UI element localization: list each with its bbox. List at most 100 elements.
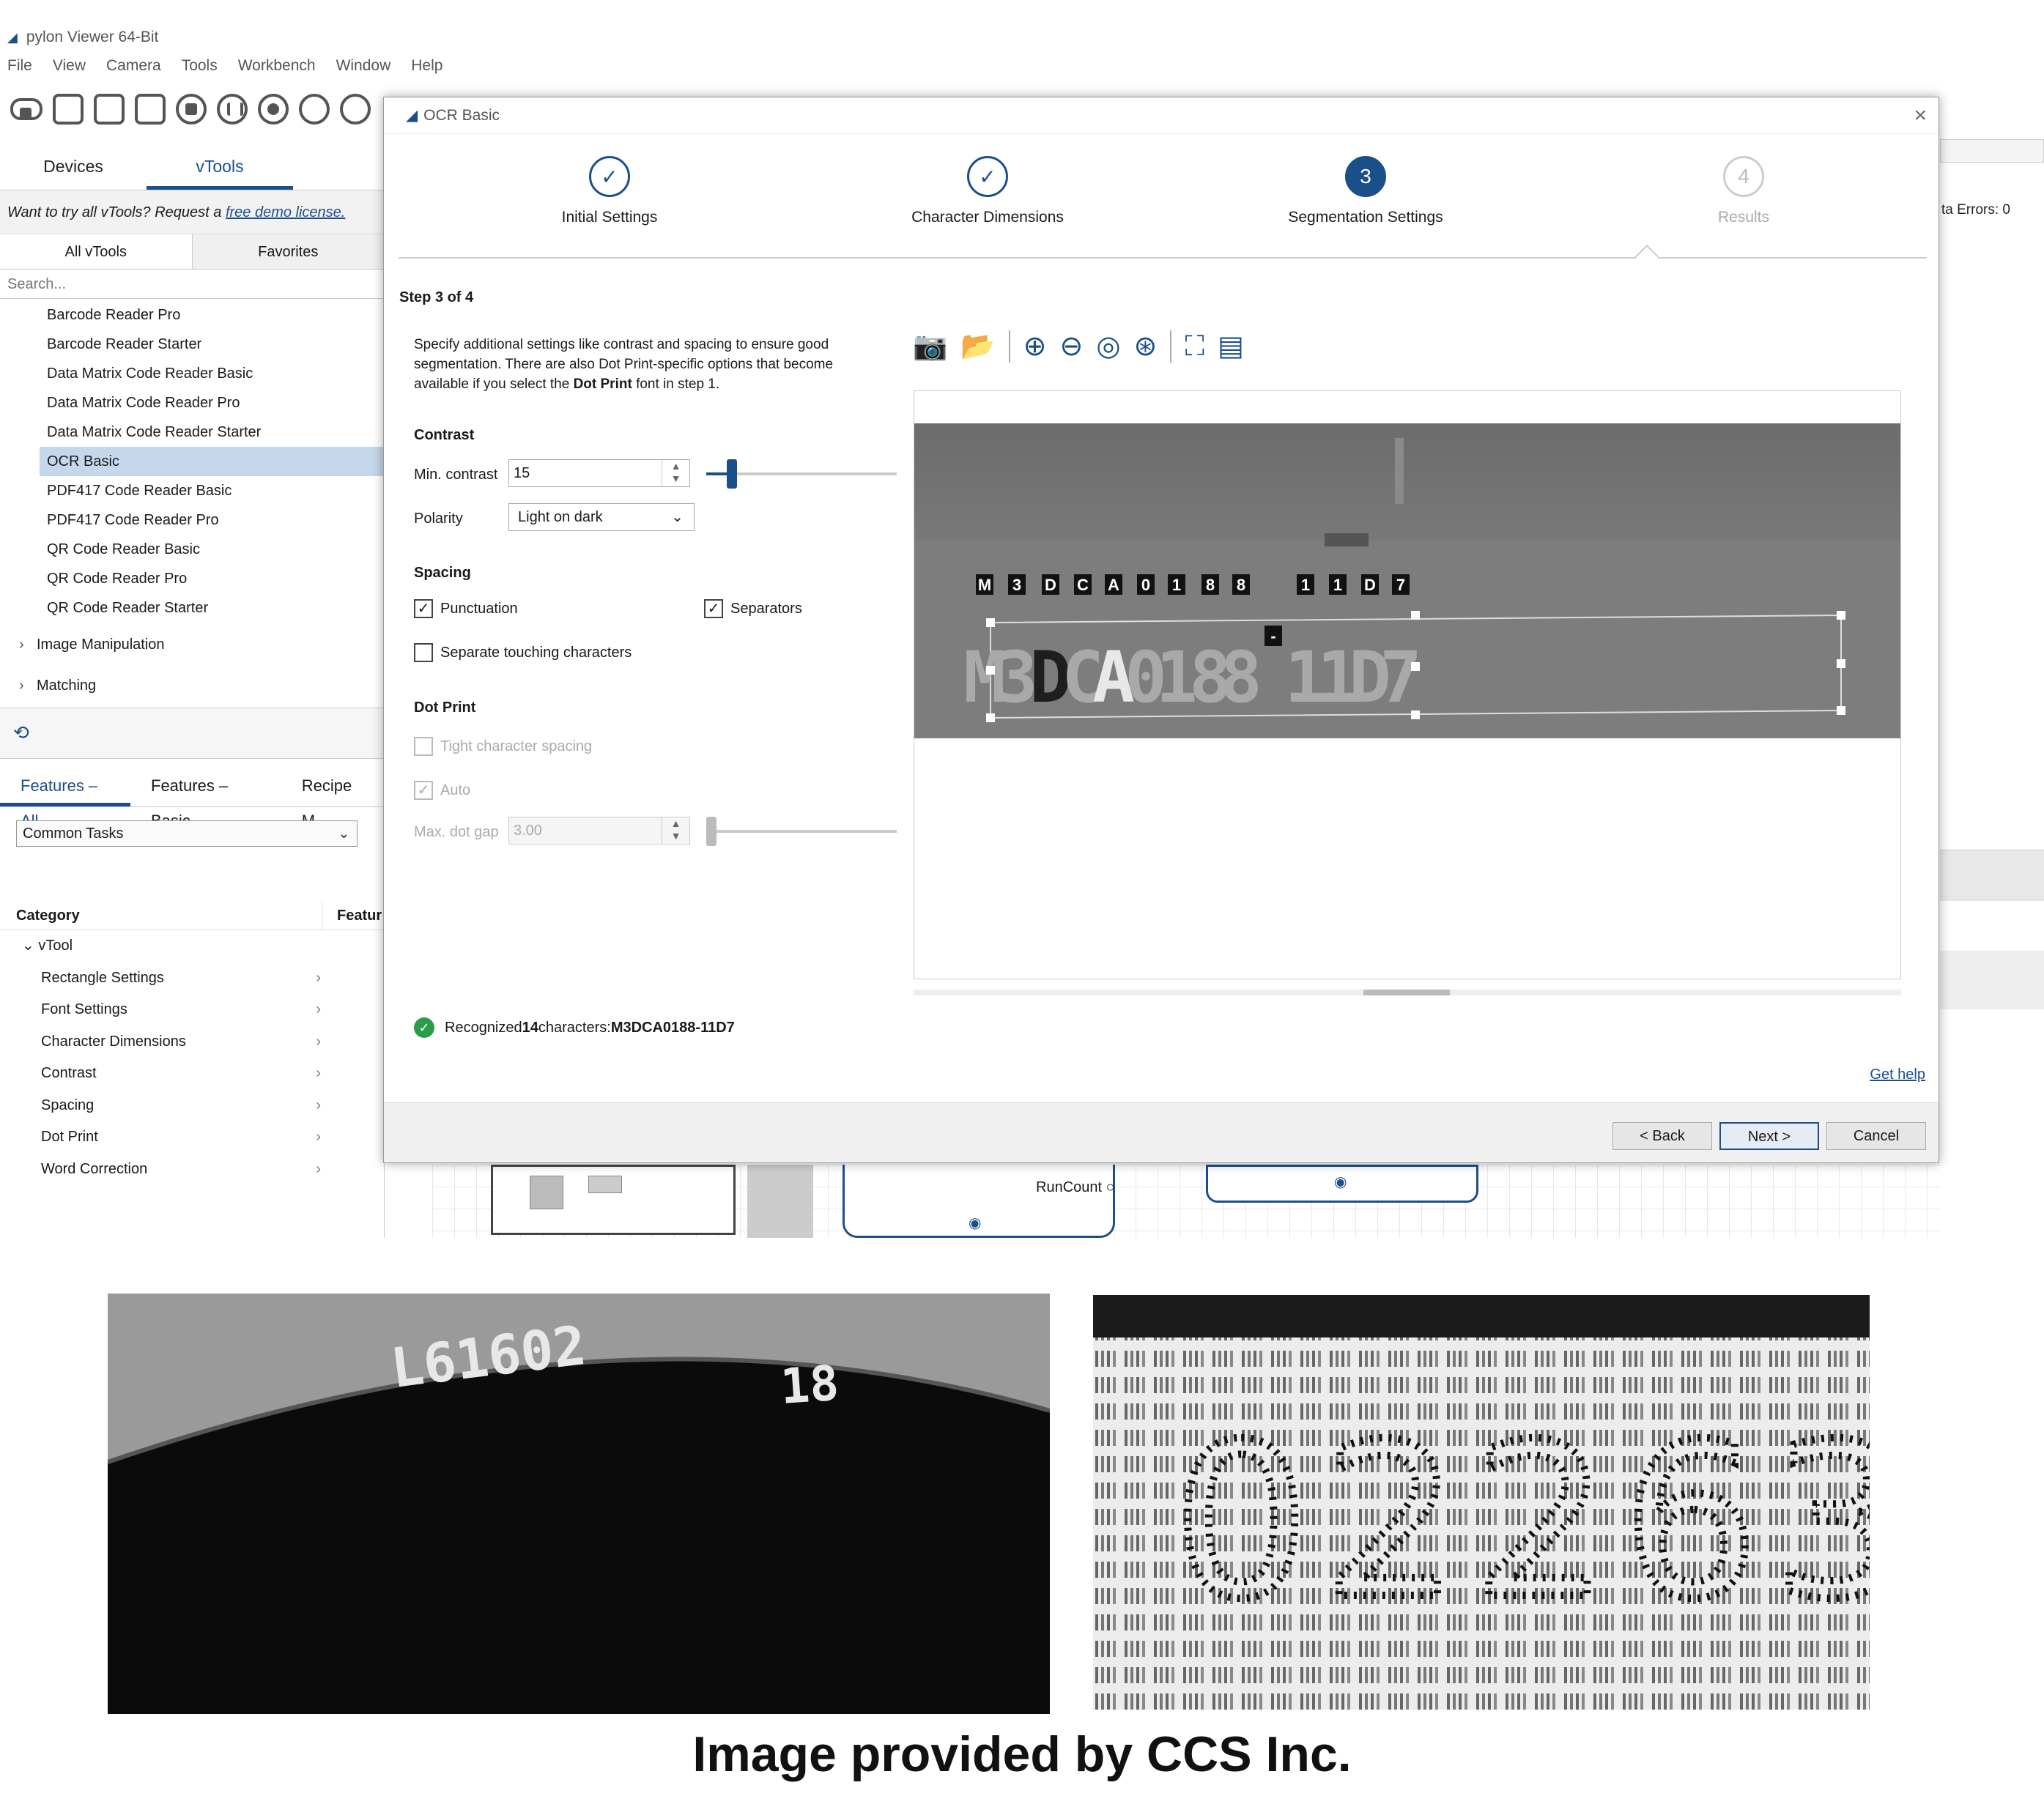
zoom-in-icon[interactable] [299, 94, 330, 125]
save-icon[interactable] [53, 94, 84, 125]
features-dropdown[interactable]: Common Tasks ⌄ [16, 820, 358, 847]
status-text: Recognized [445, 1019, 522, 1036]
zoom-out-icon[interactable]: ⊖ [1060, 333, 1084, 360]
folder-open-icon[interactable]: 📂 [960, 333, 995, 360]
checkbox-checked-icon: ✓ [414, 781, 433, 800]
menu-workbench[interactable]: Workbench [238, 57, 316, 75]
dialog-footer: < Back Next > Cancel [384, 1102, 1939, 1162]
tab-features-all[interactable]: Features – All [0, 768, 130, 830]
list-item[interactable]: QR Code Reader Basic [0, 535, 384, 564]
tab-features-basic[interactable]: Features – Basic [130, 768, 281, 830]
menu-window[interactable]: Window [336, 57, 391, 75]
group-image-manipulation[interactable]: › Image Manipulation [0, 623, 384, 667]
vtools-search-input[interactable]: Search... [0, 270, 384, 299]
visibility-icon[interactable]: ◉ [1334, 1173, 1347, 1191]
list-item[interactable]: Data Matrix Code Reader Starter [0, 418, 384, 447]
zoom-in-icon[interactable]: ⊕ [1023, 333, 1047, 360]
category-label: Dot Print [41, 1129, 98, 1145]
roi-handle[interactable] [986, 666, 995, 675]
category-row[interactable]: Dot Print › [0, 1121, 322, 1154]
category-row[interactable]: Font Settings › [0, 994, 322, 1026]
category-row[interactable]: Spacing › [0, 1090, 322, 1122]
punctuation-checkbox[interactable]: ✓ Punctuation [414, 599, 518, 618]
status-count: 14 [522, 1019, 538, 1036]
camera-icon[interactable]: 📷 [913, 333, 947, 360]
list-item-selected[interactable]: OCR Basic [40, 447, 384, 476]
list-item[interactable]: PDF417 Code Reader Pro [0, 505, 384, 535]
roi-handle[interactable] [1837, 706, 1845, 715]
tab-all-vtools[interactable]: All vTools [0, 234, 193, 269]
step-character-dimensions[interactable]: ✓ Character Dimensions [878, 156, 1097, 226]
back-button[interactable]: < Back [1612, 1122, 1712, 1150]
image-view[interactable]: M3DCA018811D7 M3DCA0188-11D7 [914, 390, 1901, 979]
slider-thumb[interactable] [727, 459, 737, 489]
separators-checkbox[interactable]: ✓ Separators [704, 599, 802, 618]
tab-devices[interactable]: Devices [0, 146, 147, 190]
ocr-basic-dialog: ◢ OCR Basic × ✓ Initial Settings ✓ Characte… [383, 97, 1939, 1163]
category-row[interactable]: Rectangle Settings › [0, 962, 322, 995]
step-initial-settings[interactable]: ✓ Initial Settings [500, 156, 719, 226]
group-matching[interactable]: › Matching [0, 664, 384, 708]
chevron-right-icon: › [316, 1129, 321, 1145]
step-segmentation-settings[interactable]: 3 Segmentation Settings [1256, 156, 1475, 226]
list-item[interactable]: Barcode Reader Starter [0, 330, 384, 359]
tab-vtools[interactable]: vTools [147, 146, 293, 190]
next-button[interactable]: Next > [1719, 1122, 1819, 1150]
stepper-arrows-icon[interactable]: ▲ ▼ [662, 460, 689, 486]
category-row[interactable]: Contrast › [0, 1058, 322, 1090]
overlay-icon[interactable]: ▤ [1218, 333, 1244, 360]
min-contrast-label: Min. contrast [414, 467, 498, 483]
workbench-node[interactable] [491, 1165, 736, 1235]
separate-touching-checkbox[interactable]: Separate touching characters [414, 643, 632, 662]
roi-handle[interactable] [986, 618, 995, 627]
scrollbar-thumb[interactable] [1363, 990, 1450, 995]
get-help-link[interactable]: Get help [1870, 1066, 1925, 1083]
menu-help[interactable]: Help [411, 57, 443, 75]
min-contrast-slider[interactable] [706, 459, 897, 489]
dot-print-text: 02263 [1174, 1399, 1870, 1646]
zoom-100-icon[interactable]: ◎ [1096, 333, 1120, 360]
list-item[interactable]: Barcode Reader Pro [0, 300, 384, 330]
roi-handle[interactable] [1837, 659, 1845, 668]
roi-handle[interactable] [1411, 611, 1420, 620]
polarity-select[interactable]: Light on dark ⌄ [508, 503, 695, 531]
desc-bold: Dot Print [573, 376, 632, 392]
pause-icon[interactable] [217, 94, 248, 125]
menu-camera[interactable]: Camera [106, 57, 161, 75]
tab-recipe[interactable]: Recipe M [281, 768, 384, 830]
menu-view[interactable]: View [53, 57, 86, 75]
list-item[interactable]: Data Matrix Code Reader Pro [0, 388, 384, 418]
menu-tools[interactable]: Tools [182, 57, 218, 75]
zoom-out-icon[interactable] [340, 94, 371, 125]
stop-icon[interactable] [176, 94, 207, 125]
runcount-pin[interactable]: RunCount ○ [1036, 1179, 1115, 1196]
camera-icon[interactable] [94, 94, 125, 125]
min-contrast-stepper[interactable]: 15 ▲ ▼ [508, 459, 690, 487]
record-icon[interactable] [258, 94, 289, 125]
fullscreen-icon[interactable]: ⛶ [1185, 333, 1204, 360]
roi-handle[interactable] [1411, 662, 1420, 671]
list-item[interactable]: QR Code Reader Starter [0, 593, 384, 623]
demo-license-link[interactable]: free demo license. [226, 204, 345, 220]
node-thumbnail [530, 1176, 563, 1209]
category-row[interactable]: Word Correction › [0, 1154, 322, 1186]
cancel-button[interactable]: Cancel [1826, 1122, 1926, 1150]
category-row[interactable]: Character Dimensions › [0, 1026, 322, 1058]
roi-handle[interactable] [1837, 611, 1845, 620]
tab-favorites[interactable]: Favorites [192, 234, 384, 269]
list-item[interactable]: PDF417 Code Reader Basic [0, 476, 384, 505]
roi-handle[interactable] [1411, 710, 1420, 719]
visibility-icon[interactable]: ◉ [969, 1214, 981, 1232]
menu-file[interactable]: File [7, 57, 32, 75]
list-item[interactable]: QR Code Reader Pro [0, 564, 384, 593]
list-item[interactable]: Data Matrix Code Reader Basic [0, 359, 384, 388]
roi-handle[interactable] [986, 713, 995, 722]
open-device-icon[interactable] [10, 98, 42, 120]
video-icon[interactable] [135, 94, 166, 125]
refresh-icon[interactable]: ⟲ [13, 721, 29, 744]
image-scrollbar[interactable] [914, 990, 1901, 995]
workbench-node[interactable]: ◉ [1206, 1165, 1478, 1203]
zoom-fit-icon[interactable]: ⊛ [1134, 333, 1158, 360]
category-vtool[interactable]: ⌄ vTool [0, 930, 322, 962]
close-icon[interactable]: × [1914, 97, 1927, 134]
